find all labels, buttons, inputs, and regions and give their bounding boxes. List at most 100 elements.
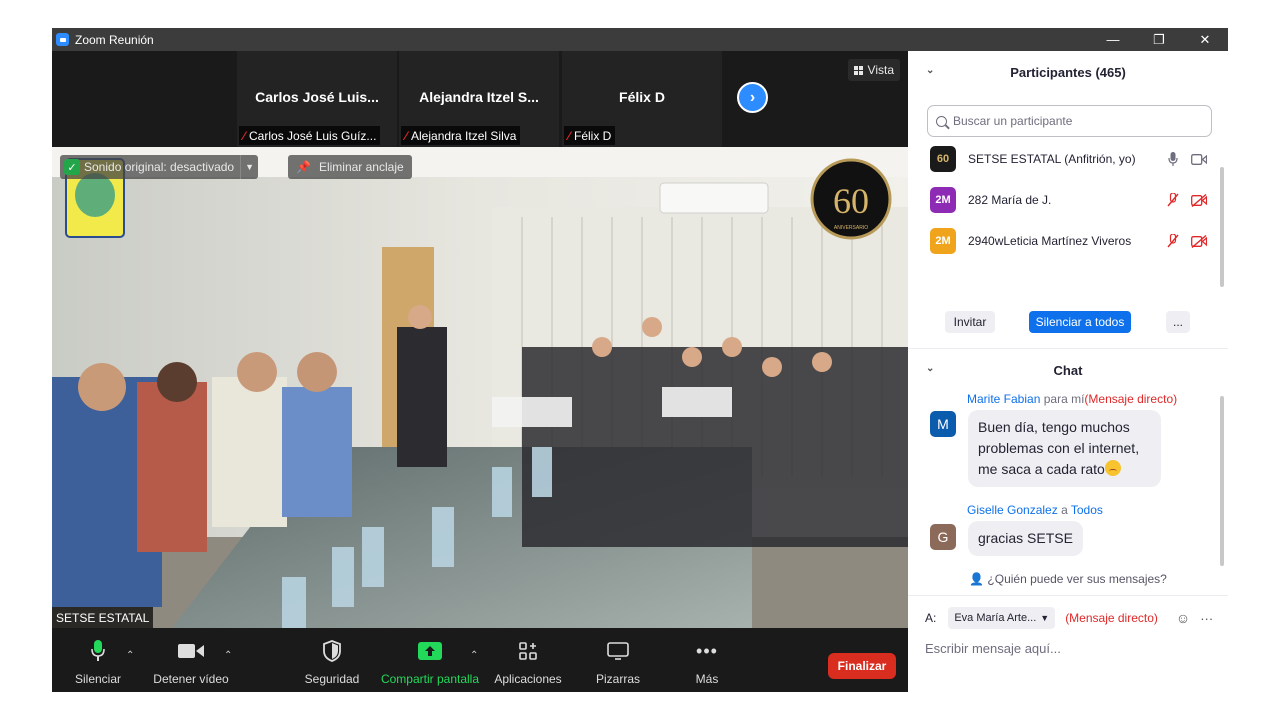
tile-name: Félix D xyxy=(619,89,665,105)
chat-header: ⌄ Chat xyxy=(908,349,1228,391)
participant-row[interactable]: 60 SETSE ESTATAL (Anfitrión, yo) xyxy=(930,144,1210,174)
tile-name: Carlos José Luis... xyxy=(255,89,379,105)
chevron-down-icon: ▼ xyxy=(1040,613,1050,623)
search-icon xyxy=(936,115,947,127)
title-bar: Zoom Reunión — ❐ ✕ xyxy=(52,28,1228,51)
pin-icon: 📌 xyxy=(296,160,311,174)
main-video[interactable]: 60 ANIVERSARIO ✓ Sonido original: desact… xyxy=(52,147,908,628)
participant-tile[interactable]: Alejandra Itzel S... ⁄ Alejandra Itzel Si… xyxy=(399,51,559,147)
stop-video-label: Detener vídeo xyxy=(153,672,229,686)
chat-scrollbar[interactable] xyxy=(1220,396,1224,566)
participant-tile[interactable]: Félix D ⁄ Félix D xyxy=(562,51,722,147)
mute-button[interactable]: Silenciar xyxy=(70,628,126,692)
microphone-icon[interactable] xyxy=(1162,152,1184,166)
people-icon: 👤 xyxy=(969,572,985,586)
participant-strip: Carlos José Luis... ⁄ Carlos José Luis Gu… xyxy=(52,51,908,147)
participant-row[interactable]: 2M 282 María de J. xyxy=(930,185,1210,215)
avatar: 60 xyxy=(930,146,956,172)
participants-scrollbar[interactable] xyxy=(1220,167,1224,287)
whiteboards-button[interactable]: Pizarras xyxy=(588,628,648,692)
speaker-name-tag: SETSE ESTATAL xyxy=(52,607,154,628)
anniversary-badge-sub: ANIVERSARIO xyxy=(834,225,868,231)
unpin-button[interactable]: 📌 Eliminar anclaje xyxy=(288,155,412,179)
who-can-see-label: ¿Quién puede ver sus mensajes? xyxy=(987,572,1167,586)
share-screen-icon xyxy=(418,638,442,664)
muted-mic-icon[interactable] xyxy=(1162,234,1184,248)
participant-search-input[interactable]: Buscar un participante xyxy=(927,105,1212,137)
share-options-caret[interactable]: ⌃ xyxy=(470,650,478,661)
search-placeholder: Buscar un participante xyxy=(953,114,1073,128)
chat-more-icon[interactable]: ··· xyxy=(1200,611,1213,626)
grid-icon xyxy=(853,65,863,75)
minimize-button[interactable]: — xyxy=(1090,28,1136,51)
message-bubble[interactable]: gracias SETSE xyxy=(968,521,1083,556)
meeting-toolbar: Silenciar ⌃ Detener vídeo ⌃ Seguridad Co… xyxy=(52,628,908,692)
shield-check-icon: ✓ xyxy=(64,159,80,175)
message-target[interactable]: Todos xyxy=(1071,503,1103,517)
close-button[interactable]: ✕ xyxy=(1182,28,1228,51)
message-bubble[interactable]: Buen día, tengo muchos problemas con el … xyxy=(968,410,1161,487)
original-sound-button[interactable]: ✓ Sonido original: desactivado ▼ xyxy=(60,155,259,179)
recipient-row: A: Eva María Arte... ▼ (Mensaje directo)… xyxy=(925,607,1213,629)
muted-mic-icon: ⁄ xyxy=(405,128,408,143)
invite-button[interactable]: Invitar xyxy=(945,311,995,333)
participants-title: Participantes (465) xyxy=(1010,64,1126,80)
tile-label-text: Félix D xyxy=(574,128,612,143)
message-line: gracias SETSE xyxy=(978,530,1073,546)
who-can-see-link[interactable]: 👤 ¿Quién puede ver sus mensajes? xyxy=(908,572,1228,586)
participant-row[interactable]: 2M 2940wLeticia Martínez Viveros xyxy=(930,226,1210,256)
security-button[interactable]: Seguridad xyxy=(302,628,362,692)
apps-button[interactable]: Aplicaciones xyxy=(492,628,564,692)
mute-options-caret[interactable]: ⌃ xyxy=(126,650,134,661)
participants-header: ⌄ Participantes (465) xyxy=(908,51,1228,93)
participant-name: 282 María de J. xyxy=(968,193,1052,207)
security-label: Seguridad xyxy=(304,672,360,686)
muted-mic-icon: ⁄ xyxy=(568,128,571,143)
message-header: Marite Fabian para mí(Mensaje directo) xyxy=(967,392,1177,406)
chevron-down-icon[interactable]: ⌄ xyxy=(926,363,934,374)
muted-mic-icon[interactable] xyxy=(1162,193,1184,207)
participant-tile[interactable]: Carlos José Luis... ⁄ Carlos José Luis Gu… xyxy=(237,51,397,147)
message-sender[interactable]: Marite Fabian xyxy=(967,392,1040,406)
message-sender[interactable]: Giselle Gonzalez xyxy=(967,503,1058,517)
stop-video-button[interactable]: Detener vídeo xyxy=(152,628,230,692)
mute-all-button[interactable]: Silenciar a todos xyxy=(1029,311,1131,333)
anniversary-badge: 60 xyxy=(833,181,869,221)
more-button[interactable]: ••• Más xyxy=(682,628,732,692)
avatar: M xyxy=(930,411,956,437)
recipient-select[interactable]: Eva María Arte... ▼ xyxy=(948,607,1056,629)
more-dots-icon: ••• xyxy=(696,640,718,661)
avatar: 2M xyxy=(930,228,956,254)
end-meeting-button[interactable]: Finalizar xyxy=(828,653,896,679)
zoom-logo-icon xyxy=(56,33,69,46)
video-off-icon[interactable] xyxy=(1188,234,1210,248)
participant-name: 2940wLeticia Martínez Viveros xyxy=(968,234,1132,248)
unpin-label: Eliminar anclaje xyxy=(318,160,404,174)
next-page-button[interactable]: › xyxy=(737,82,768,113)
restore-button[interactable]: ❐ xyxy=(1136,28,1182,51)
security-shield-icon xyxy=(323,638,341,664)
message-input[interactable]: Escribir mensaje aquí... xyxy=(925,641,1061,656)
message-line: me saca a cada rato xyxy=(978,461,1105,477)
more-label: Más xyxy=(695,672,719,686)
video-options-caret[interactable]: ⌃ xyxy=(224,650,232,661)
window-title: Zoom Reunión xyxy=(75,32,154,47)
disappointed-emoji-icon xyxy=(1104,460,1121,476)
video-scene: 60 ANIVERSARIO xyxy=(52,147,908,628)
tile-label-text: Alejandra Itzel Silva xyxy=(411,128,517,143)
chevron-down-icon[interactable]: ⌄ xyxy=(926,65,934,76)
emoji-picker-icon[interactable]: ☺ xyxy=(1176,610,1190,626)
video-area: Carlos José Luis... ⁄ Carlos José Luis Gu… xyxy=(52,51,908,628)
avatar: 2M xyxy=(930,187,956,213)
view-button[interactable]: Vista xyxy=(847,59,900,81)
share-screen-button[interactable]: Compartir pantalla xyxy=(380,628,480,692)
apps-icon xyxy=(519,638,537,664)
participants-more-button[interactable]: ... xyxy=(1166,311,1190,333)
video-off-icon[interactable] xyxy=(1188,193,1210,207)
mute-label: Silenciar xyxy=(74,672,122,686)
chevron-down-icon[interactable]: ▼ xyxy=(240,155,258,179)
zoom-window: Zoom Reunión — ❐ ✕ Carlos José Luis... ⁄… xyxy=(52,28,1228,692)
view-label: Vista xyxy=(867,63,894,77)
video-camera-icon[interactable] xyxy=(1188,153,1210,165)
tile-label: ⁄ Alejandra Itzel Silva xyxy=(401,126,521,145)
